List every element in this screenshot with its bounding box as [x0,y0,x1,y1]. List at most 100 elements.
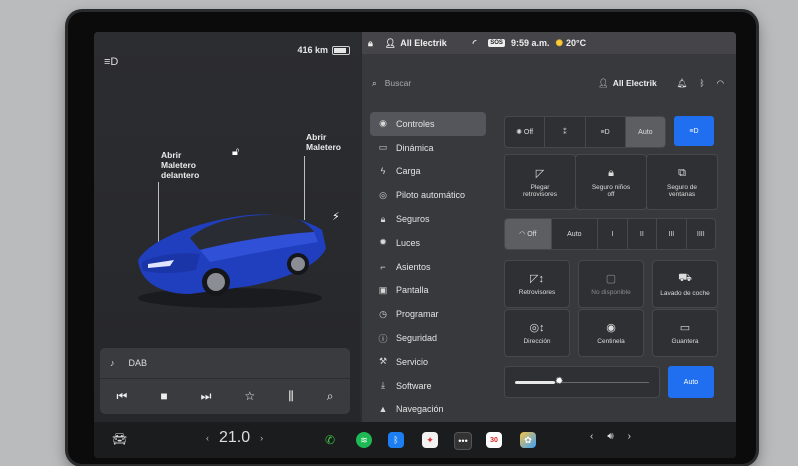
media-source[interactable]: DAB [129,358,148,368]
sun-icon: ✺ [516,129,522,136]
tile-label-line2: ventanas [668,190,696,198]
toggle-icon: ◉ [379,118,387,129]
unavailable-tile: ▢ No disponible [578,260,644,308]
profile-name[interactable]: All Electrik [400,38,447,48]
lights-off-option[interactable]: ✺ Off [505,117,546,147]
bluetooth-app-icon[interactable]: ᛒ [388,432,404,448]
music-note-icon: ♪ [110,358,115,368]
stop-icon[interactable]: ■ [160,389,167,403]
nav-item-controles[interactable]: ◉ Controles [370,112,486,136]
tile-label-line1: Seguro de [667,183,697,191]
charge-port-icon[interactable]: ⚡︎ [332,210,340,223]
wifi-icon: ◜ [472,37,477,48]
fold-mirrors-tile[interactable]: ◸ Plegar retrovisores [504,154,576,210]
steering-icon: ◎ [379,189,387,200]
steering-wheel-icon: ◎↕ [529,322,545,334]
nav-item-navegacion[interactable]: ▲ Navegación [370,398,486,422]
sun-icon: ✹ [379,237,387,248]
nav-item-asientos[interactable]: ⌐ Asientos [370,255,486,279]
nav-item-servicio[interactable]: ⚒︎ Servicio [370,350,486,374]
open-trunk-label[interactable]: Abrir Maletero [306,132,341,152]
temp-up-icon[interactable]: › [260,433,263,443]
sos-badge[interactable]: SOS [488,39,505,47]
games-icon[interactable]: ✿ [520,432,536,448]
glovebox-tile[interactable]: ▭ Guantera [652,309,718,357]
child-lock-tile[interactable]: 🔒︎ Seguro niños off [575,154,647,210]
window-lock-tile[interactable]: ⧉ Seguro de ventanas [646,154,718,210]
bolt-icon: ϟ [380,166,386,177]
calendar-icon[interactable]: 30 [486,432,502,448]
profile-icon: 👤︎ [384,37,397,48]
nav-label: Pantalla [396,285,429,296]
toybox-icon[interactable]: ✦ [422,432,438,448]
nav-item-software[interactable]: ⤓ Software [370,374,486,398]
brightness-slider[interactable]: ✹ [504,366,660,398]
volume-down-icon[interactable]: ‹ [590,431,593,442]
clock-icon: ◷ [379,308,387,319]
next-track-icon[interactable]: ⏭︎ [201,389,212,404]
low-beam-option[interactable]: ≡D [586,117,626,147]
range-indicator: 416 km [297,45,350,55]
nav-item-dinamica[interactable]: ▭ Dinámica [370,136,486,160]
spotify-icon[interactable]: ≋ [356,432,372,448]
steering-tile[interactable]: ◎↕ Dirección [504,309,570,357]
cabin-temperature[interactable]: 21.0 [219,429,250,447]
nav-label: Seguridad [396,333,438,344]
lock-status-icon[interactable]: 🔒︎ [368,38,373,49]
wiper-speed-1[interactable]: I [598,219,628,249]
window-lock-icon: ⧉ [678,166,686,179]
parking-lights-option[interactable]: ⁑ [545,117,586,147]
temp-down-icon[interactable]: ‹ [206,433,209,443]
phone-icon[interactable]: ✆ [322,432,338,448]
display-icon: ▣ [378,284,388,295]
search-input[interactable]: Buscar [385,78,411,88]
more-apps-icon[interactable]: ••• [454,432,472,450]
tile-label-line2: off [607,190,615,198]
nav-item-pantalla[interactable]: ▣ Pantalla [370,279,486,303]
lights-auto-option[interactable]: Auto [625,117,665,147]
media-search-icon[interactable]: ⌕ [327,389,334,404]
car-model-image [138,214,326,308]
nav-item-piloto[interactable]: ◎ Piloto automático [370,183,486,207]
mirrors-tile[interactable]: ◸↕ Retrovisores [504,260,570,308]
bluetooth-icon[interactable]: ᛒ [699,78,704,88]
car-wash-tile[interactable]: ⛟ Lavado de coche [652,260,718,308]
equalizer-icon[interactable]: ⫼ [288,389,294,404]
wiper-speed-2[interactable]: II [628,219,658,249]
wiper-off-option[interactable]: ◠ Off [505,219,552,249]
profile-icon-small: 👤︎ [597,77,609,88]
controls-panel: 🔒︎ 👤︎ All Electrik ◜ SOS 9:59 a.m. ✺ 20°… [362,32,736,422]
nav-item-seguros[interactable]: 🔒︎ Seguros [370,207,486,231]
nav-item-luces[interactable]: ✹ Luces [370,231,486,255]
speaker-icon[interactable]: 🔊︎ [607,431,613,442]
frunk-label-line3: delantero [161,170,200,180]
sentry-icon: ◉ [606,322,616,334]
bell-icon[interactable]: 🔔︎ [677,78,688,89]
nav-item-seguridad[interactable]: ⓘ Seguridad [370,326,486,350]
wiper-speed-4[interactable]: IIII [687,219,715,249]
unlock-icon[interactable]: 🔓︎ [232,146,239,159]
wiper-auto-option[interactable]: Auto [552,219,599,249]
nav-item-programar[interactable]: ◷ Programar [370,302,486,326]
tile-label: No disponible [591,289,631,296]
wiper-speed-3[interactable]: III [657,219,687,249]
brightness-auto-button[interactable]: Auto [668,366,714,398]
wiper-selector: ◠ Off Auto I II III IIII [504,218,716,250]
previous-track-icon[interactable]: ⏮︎ [117,389,128,404]
favorite-star-icon[interactable]: ☆ [244,389,255,403]
sentry-mode-tile[interactable]: ◉ Centinela [578,309,644,357]
brightness-icon[interactable]: ✹ [555,376,563,387]
search-profile-name[interactable]: All Electrik [613,78,657,88]
range-value: 416 km [297,45,328,55]
car-icon: ▭ [378,142,388,153]
nav-label: Programar [396,309,439,320]
volume-up-icon[interactable]: › [628,431,631,442]
lock-icon: 🔒︎ [608,166,614,179]
car-icon[interactable]: 🚘︎ [112,432,127,446]
wiper-icon: ◠ [519,231,526,238]
outside-temperature: 20°C [566,38,587,48]
open-frunk-label[interactable]: Abrir Maletero delantero [161,150,199,180]
touchscreen: 416 km ≡D Abrir Maletero delantero Abrir… [94,32,736,458]
nav-item-carga[interactable]: ϟ Carga [370,160,486,184]
high-beam-button[interactable]: ≡D [674,116,714,146]
